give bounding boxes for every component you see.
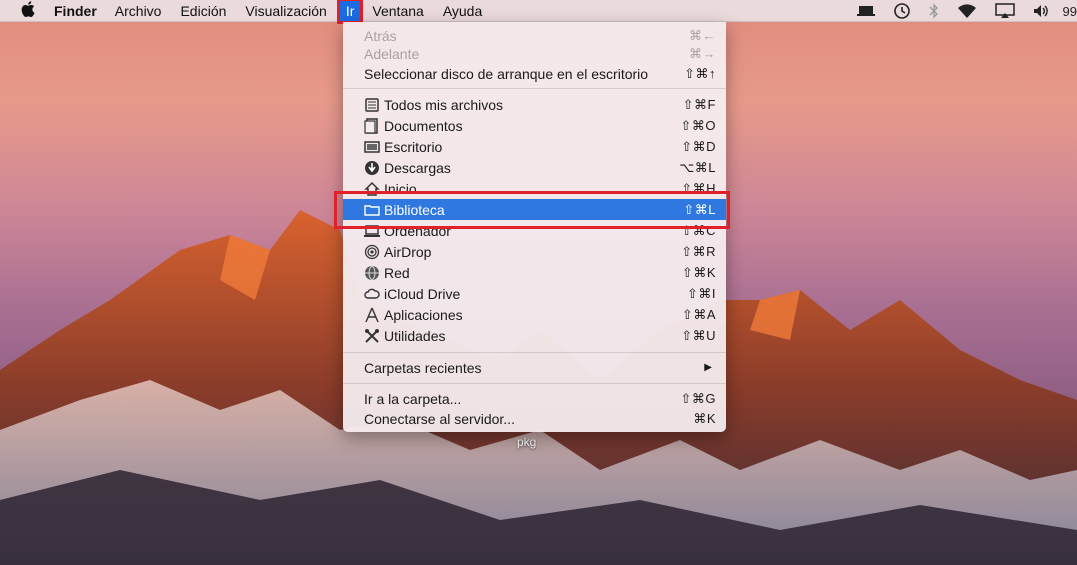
menu-item-adelante: Adelante ⌘→ [364,45,716,62]
menu-item-red[interactable]: Red ⇧⌘K [343,262,726,283]
display-icon[interactable] [856,5,875,17]
menu-app-finder[interactable]: Finder [54,3,97,19]
icloud-icon [364,286,380,302]
applications-icon [364,307,380,323]
menu-visualizacion[interactable]: Visualización [245,3,326,19]
submenu-arrow-icon: ▶ [704,362,712,373]
menu-edicion[interactable]: Edición [180,3,226,19]
battery-percentage[interactable]: 99 [1063,4,1077,19]
menu-separator [343,383,726,384]
menu-item-carpetas-recientes[interactable]: Carpetas recientes ▶ [343,357,726,378]
menu-item-utilidades[interactable]: Utilidades ⇧⌘U [343,325,726,346]
all-files-icon [364,97,380,113]
downloads-icon [364,160,380,176]
menu-bar: Finder Archivo Edición Visualización Ir … [0,0,1077,24]
menu-ayuda[interactable]: Ayuda [443,3,482,19]
menu-separator [343,88,726,89]
bluetooth-icon[interactable] [929,3,939,19]
airplay-icon[interactable] [994,3,1015,19]
utilities-icon [364,328,380,344]
menu-archivo[interactable]: Archivo [115,3,162,19]
documents-icon [364,118,380,134]
menu-item-startup-disk[interactable]: Seleccionar disco de arranque en el escr… [343,63,726,84]
desktop-file-label[interactable]: pkg [517,435,536,449]
menu-item-ir-a-la-carpeta[interactable]: Ir a la carpeta... ⇧⌘G [343,388,726,409]
menu-item-descargas[interactable]: Descargas ⌥⌘L [343,157,726,178]
apple-logo-icon[interactable] [18,0,38,21]
menu-ventana[interactable]: Ventana [372,3,423,19]
menu-item-documentos[interactable]: Documentos ⇧⌘O [343,115,726,136]
menu-item-conectarse-al-servidor[interactable]: Conectarse al servidor... ⌘K [343,408,726,429]
menu-item-aplicaciones[interactable]: Aplicaciones ⇧⌘A [343,304,726,325]
menu-item-icloud-drive[interactable]: iCloud Drive ⇧⌘I [343,283,726,304]
menu-item-todos-mis-archivos[interactable]: Todos mis archivos ⇧⌘F [343,94,726,115]
status-area: 99 [856,0,1077,22]
menu-item-escritorio[interactable]: Escritorio ⇧⌘D [343,136,726,157]
annotation-highlight-box [334,191,730,229]
volume-icon[interactable] [1033,4,1051,18]
menu-item-airdrop[interactable]: AirDrop ⇧⌘R [343,241,726,262]
network-icon [364,265,380,281]
wifi-icon[interactable] [957,3,977,19]
menu-ir[interactable]: Ir [336,0,364,24]
time-machine-icon[interactable] [893,2,911,20]
airdrop-icon [364,244,380,260]
menu-separator [343,352,726,353]
desktop-icon [364,139,380,155]
